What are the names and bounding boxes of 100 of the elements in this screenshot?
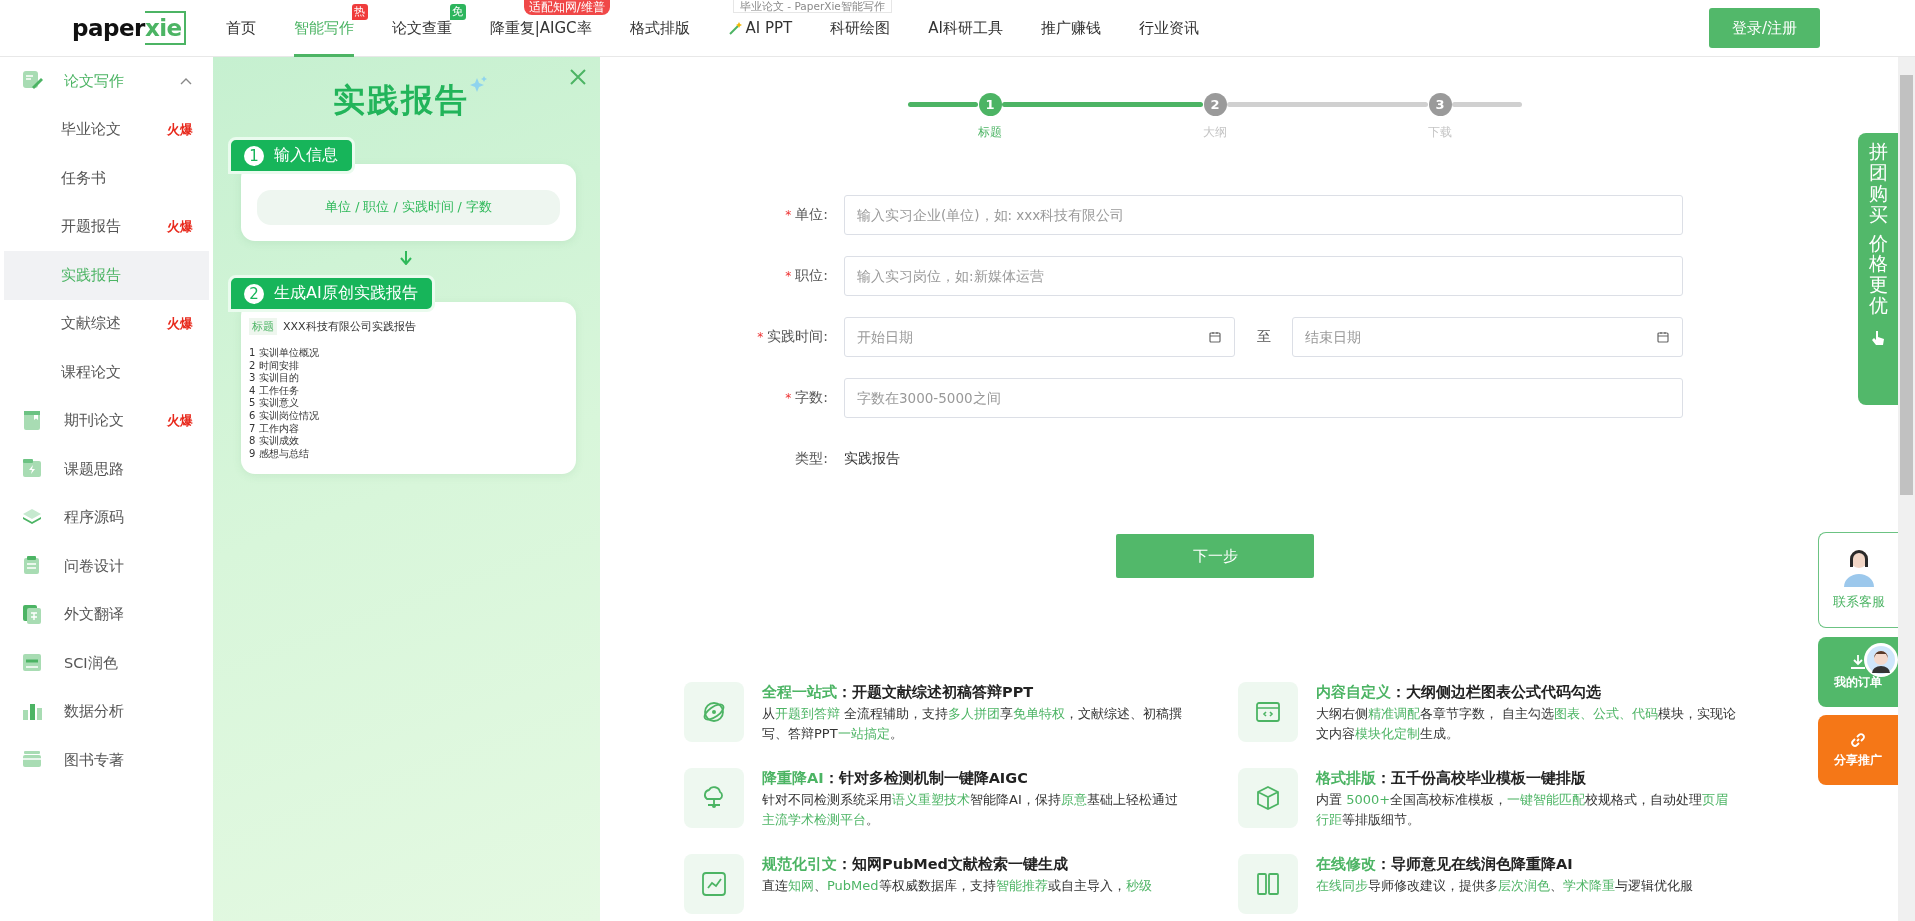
hand-pointer-icon xyxy=(1871,330,1885,347)
promo-badge: 适配知网/维普 xyxy=(523,0,610,15)
step-label: 下载 xyxy=(1428,124,1452,141)
feature-icon xyxy=(684,854,744,914)
title-tag: 标题 xyxy=(249,318,277,335)
outline-item: 5 实训意义 xyxy=(249,397,300,410)
tab-label: 价格更优 xyxy=(1868,232,1888,317)
field-label: 实践时间: xyxy=(767,328,828,346)
magic-wand-icon xyxy=(727,21,742,35)
feature-description: 针对不同检测系统采用语义重塑技术智能降AI，保持原意基础上轻松通过 主流学术检测平台。 xyxy=(762,791,1179,829)
feature-description: 在线同步导师修改建议，提供多层次润色、学术降重与逻辑优化服 xyxy=(1316,877,1694,895)
outline-item: 7 工作内容 xyxy=(249,422,300,435)
sidebar-item[interactable]: 课题思路 xyxy=(4,445,209,494)
input-field[interactable]: 输入实习岗位，如:新媒体运营 xyxy=(844,256,1683,296)
feature-icon xyxy=(1238,682,1298,742)
tab-label: 拼团购买 xyxy=(1868,141,1888,225)
nav-tab[interactable]: 推广赚钱 xyxy=(1040,16,1101,40)
input-field[interactable]: 输入实习企业(单位)，如: xxx科技有限公司 xyxy=(844,195,1683,235)
sidebar-item[interactable]: SCI润色 xyxy=(4,639,209,688)
feature-icon xyxy=(684,768,744,828)
sidebar-item[interactable]: 外文翻译 xyxy=(4,590,209,639)
hot-tag: 火爆 xyxy=(167,120,193,139)
step-number: 2 xyxy=(244,283,264,304)
calendar-icon xyxy=(1657,331,1669,343)
field-value: 实践报告 xyxy=(844,450,900,468)
nav-tab[interactable]: 科研绘图 xyxy=(830,16,891,40)
calendar-icon xyxy=(1208,331,1221,343)
feature-icon xyxy=(684,682,744,742)
outline-item: 9 感想与总结 xyxy=(249,447,310,461)
step-label: 标题 xyxy=(978,124,1002,141)
outline-item: 3 实训目的 xyxy=(249,372,300,385)
preview-title: XXX科技有限公司实践报告 xyxy=(283,319,416,334)
close-icon[interactable] xyxy=(570,69,586,85)
feature-description: 从开题到答辩 全流程辅助，支持多人拼团享免单特权，文献综述、初稿撰写、答辩PPT一站搞定。 xyxy=(762,705,1184,743)
required-mark: * xyxy=(757,330,764,344)
hot-tag: 火爆 xyxy=(167,314,193,333)
sidebar-item[interactable]: 任务书 xyxy=(4,154,209,203)
step-number: 1 xyxy=(244,145,264,166)
feature-title: 降重降AI：针对多检测机制一键降AIGC xyxy=(762,769,1029,788)
sparkle-icon xyxy=(469,75,487,93)
step-label: 大纲 xyxy=(1203,124,1227,141)
field-label: 职位: xyxy=(795,267,828,285)
feature-title: 规范化引文：知网PubMed文献检索一键生成 xyxy=(762,855,1069,874)
input-field[interactable]: 字数在3000-5000之间 xyxy=(844,378,1683,418)
sidebar-item[interactable]: 数据分析 xyxy=(4,687,209,736)
sidebar-item[interactable]: 图书专著 xyxy=(4,736,209,785)
fields-hint: 单位 / 职位 / 实践时间 / 字数 xyxy=(257,190,560,225)
tab-indicator xyxy=(293,53,354,57)
step-number: 2 xyxy=(1203,93,1227,116)
link-icon xyxy=(1850,731,1866,748)
required-mark: * xyxy=(785,269,792,283)
hot-tag: 火爆 xyxy=(167,411,193,430)
panel-title: 实践报告 xyxy=(333,80,469,121)
nav-tab[interactable]: 格式排版 xyxy=(629,16,690,40)
feature-title: 在线修改：导师意见在线润色降重降AI xyxy=(1316,855,1574,874)
nav-tab[interactable]: AI PPT xyxy=(727,16,793,40)
badge: 热 xyxy=(351,3,368,20)
step-title: 输入信息 xyxy=(274,145,338,166)
date-field[interactable]: 开始日期 xyxy=(844,317,1235,357)
sidebar-item[interactable]: 程序源码 xyxy=(4,493,209,542)
feature-title: 全程一站式：开题文献综述初稿答辩PPT xyxy=(762,683,1035,702)
sidebar-item[interactable]: 期刊论文 火爆 xyxy=(4,396,209,445)
feature-title: 内容自定义：大纲侧边栏图表公式代码勾选 xyxy=(1316,683,1602,702)
sidebar-item[interactable]: 毕业论文 火爆 xyxy=(4,105,209,154)
feature-description: 大纲右侧精准调配各章节字数， 自主勾选图表、公式、代码模块，实现论文内容模块化定制生成。 xyxy=(1316,705,1738,743)
outline-item: 2 时间安排 xyxy=(249,359,300,372)
scrollbar[interactable] xyxy=(1898,57,1915,921)
feature-description: 内置 5000+全国高校标准模板，一键智能匹配校规格式，自动处理页眉行距等排版细节。 xyxy=(1316,791,1730,829)
required-mark: * xyxy=(785,391,792,405)
down-arrow-icon xyxy=(400,251,412,265)
badge: 免 xyxy=(449,3,466,20)
nav-tab[interactable]: 论文查重 xyxy=(391,16,452,40)
sidebar-item[interactable]: 文献综述 火爆 xyxy=(4,299,209,348)
tooltip: 毕业论文 - PaperXie智能写作 xyxy=(733,0,892,13)
step-title: 生成AI原创实践报告 xyxy=(274,283,418,304)
feature-description: 直连知网、PubMed等权威数据库，支持智能推荐或自主导入，秒级 xyxy=(762,877,1153,895)
nav-tab[interactable]: 降重复|AIGC率 xyxy=(489,16,592,40)
outline-item: 1 实训单位概况 xyxy=(249,347,320,360)
feature-icon xyxy=(1238,768,1298,828)
feature-icon xyxy=(1238,854,1298,914)
feature-title: 格式排版：五千份高校毕业模板一键排版 xyxy=(1316,769,1587,788)
logo[interactable]: paperxie xyxy=(72,11,186,45)
step-number: 1 xyxy=(978,93,1002,116)
scrollbar-thumb[interactable] xyxy=(1900,75,1913,495)
nav-tab[interactable]: 行业资讯 xyxy=(1138,16,1199,40)
avatar-icon xyxy=(1864,643,1898,677)
sidebar-item[interactable]: 课程论文 xyxy=(4,348,209,397)
nav-tab[interactable]: 首页 xyxy=(225,16,256,40)
range-separator: 至 xyxy=(1255,328,1272,346)
sidebar-item[interactable]: 问卷设计 xyxy=(4,542,209,591)
download-icon xyxy=(1850,653,1866,670)
field-label: 字数: xyxy=(795,389,828,407)
outline-item: 8 实训成效 xyxy=(249,435,300,448)
field-label: 类型: xyxy=(795,450,828,468)
date-field[interactable]: 结束日期 xyxy=(1292,317,1683,357)
sidebar-item[interactable]: 开题报告 火爆 xyxy=(4,202,209,251)
outline-item: 4 工作任务 xyxy=(249,384,300,397)
hot-tag: 火爆 xyxy=(167,217,193,236)
nav-tab[interactable]: AI科研工具 xyxy=(928,16,1003,40)
required-mark: * xyxy=(785,208,792,222)
